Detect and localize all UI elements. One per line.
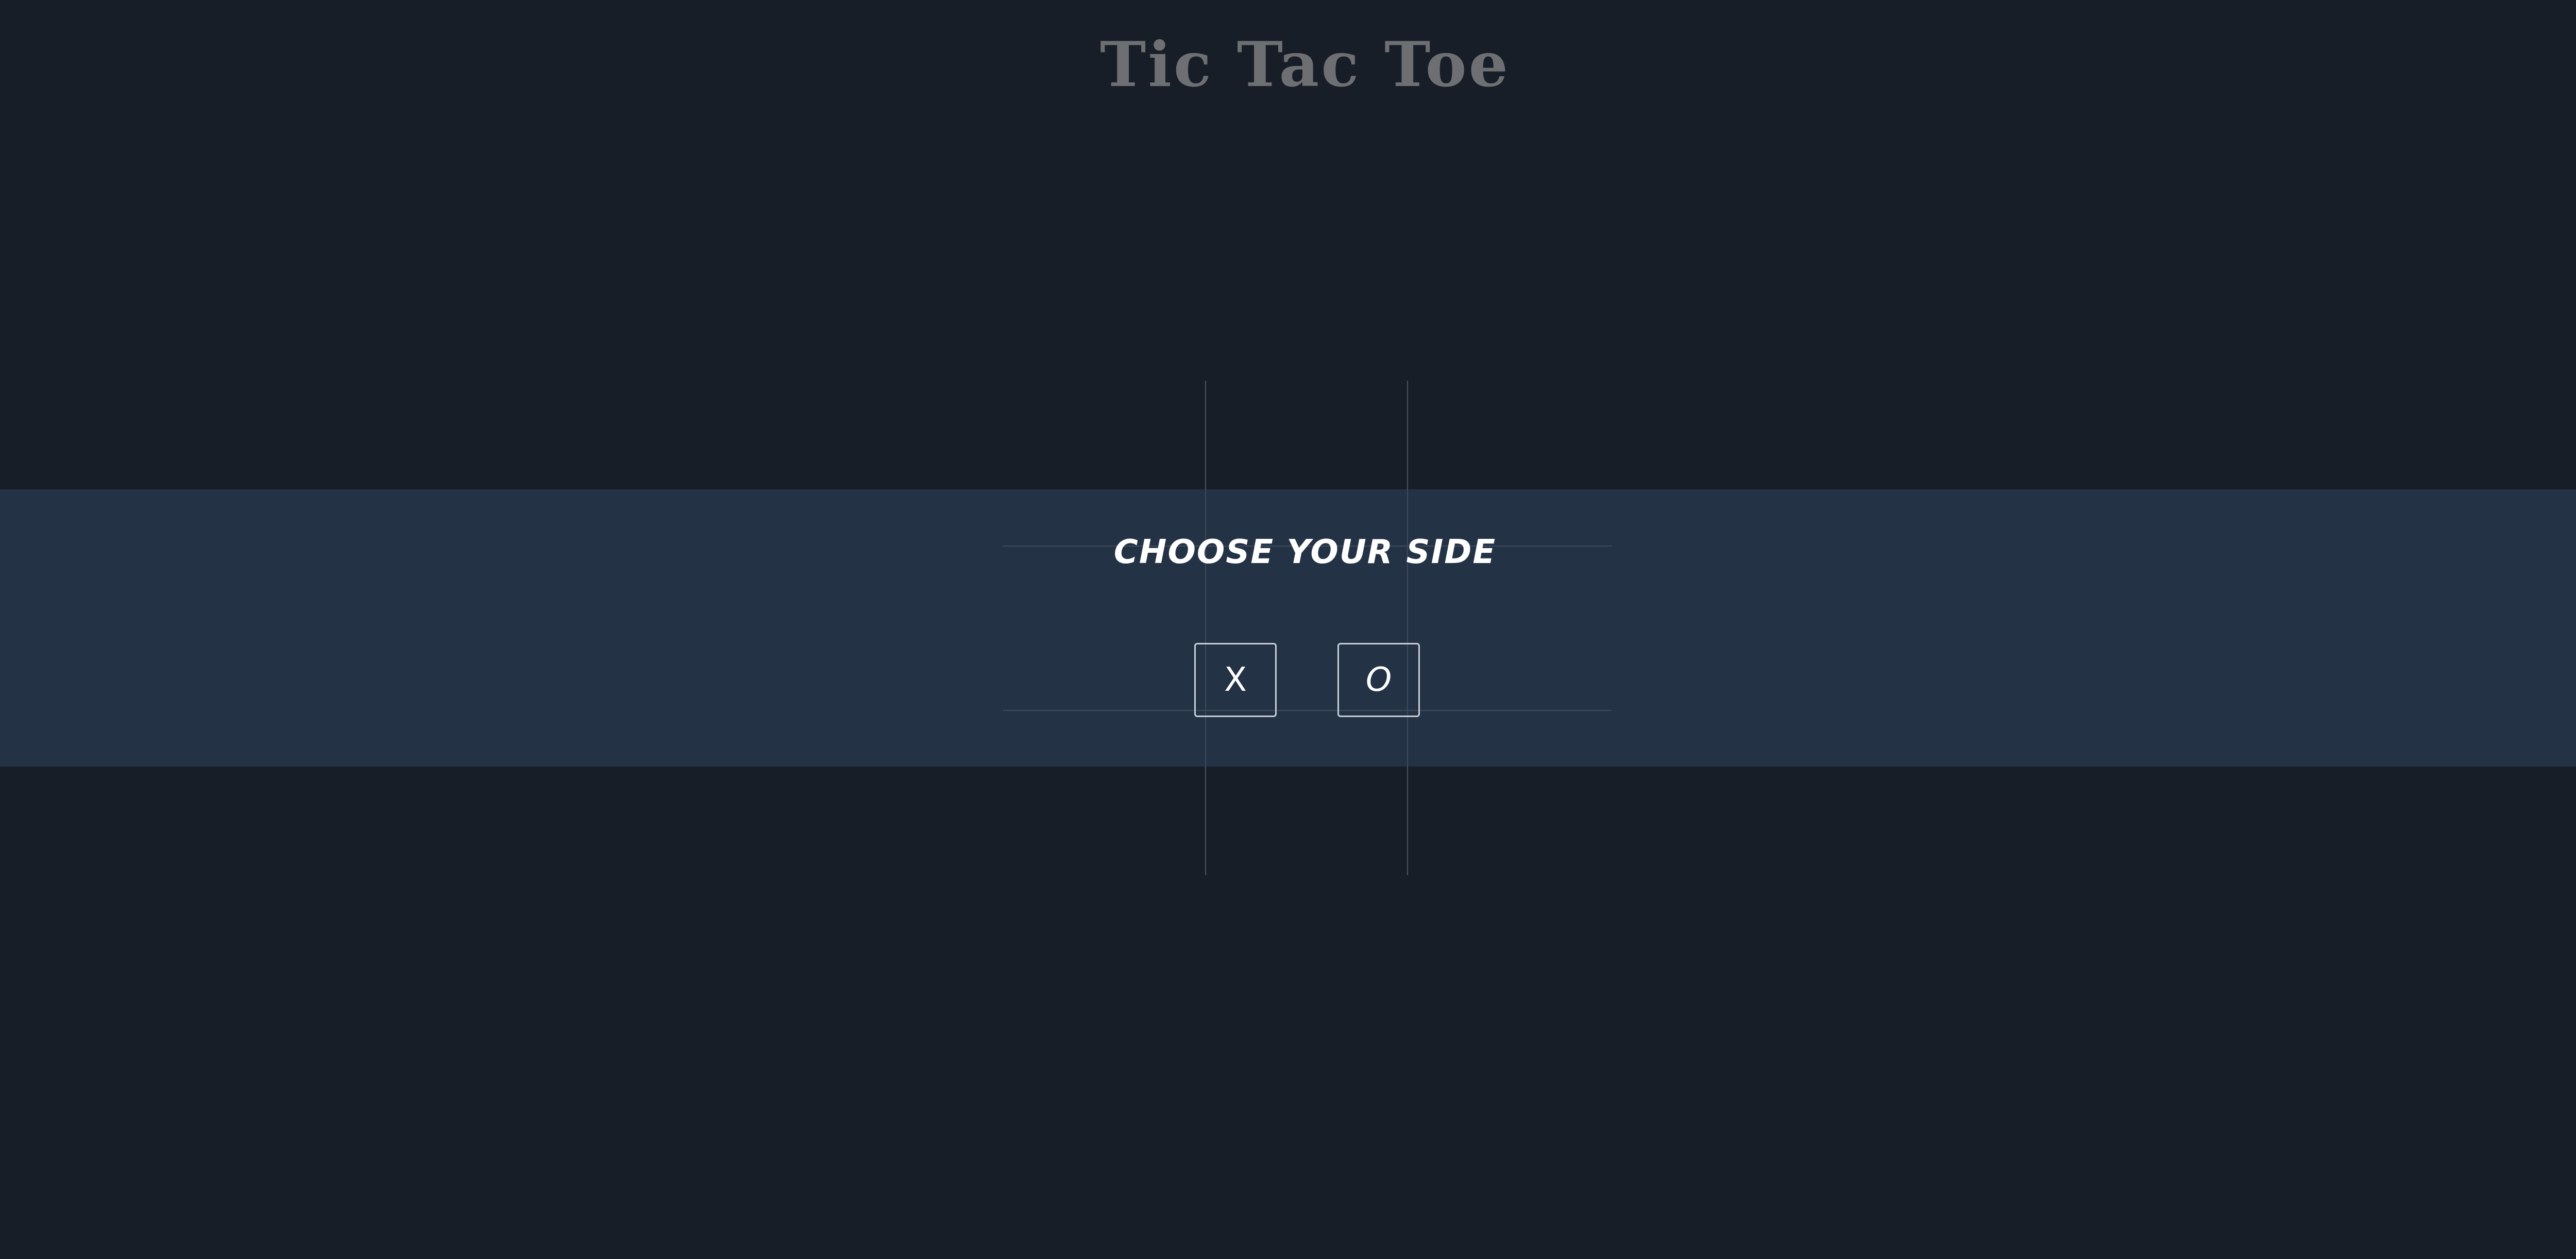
choose-o-button[interactable]: O bbox=[1337, 643, 1420, 717]
board-grid-line bbox=[1003, 710, 1612, 711]
choose-x-button[interactable]: X bbox=[1194, 643, 1277, 717]
board-grid-behind-overlay bbox=[1003, 489, 1612, 767]
game-page: Tic Tac Toe CHOOSE YOUR SIDE X O bbox=[0, 0, 2576, 1259]
board-grid-line bbox=[1407, 489, 1408, 767]
choose-side-overlay: CHOOSE YOUR SIDE X O bbox=[0, 489, 2576, 767]
game-title: Tic Tac Toe bbox=[1099, 28, 1511, 101]
board-grid-line bbox=[1205, 489, 1206, 767]
choose-side-heading: CHOOSE YOUR SIDE bbox=[1113, 533, 1497, 571]
